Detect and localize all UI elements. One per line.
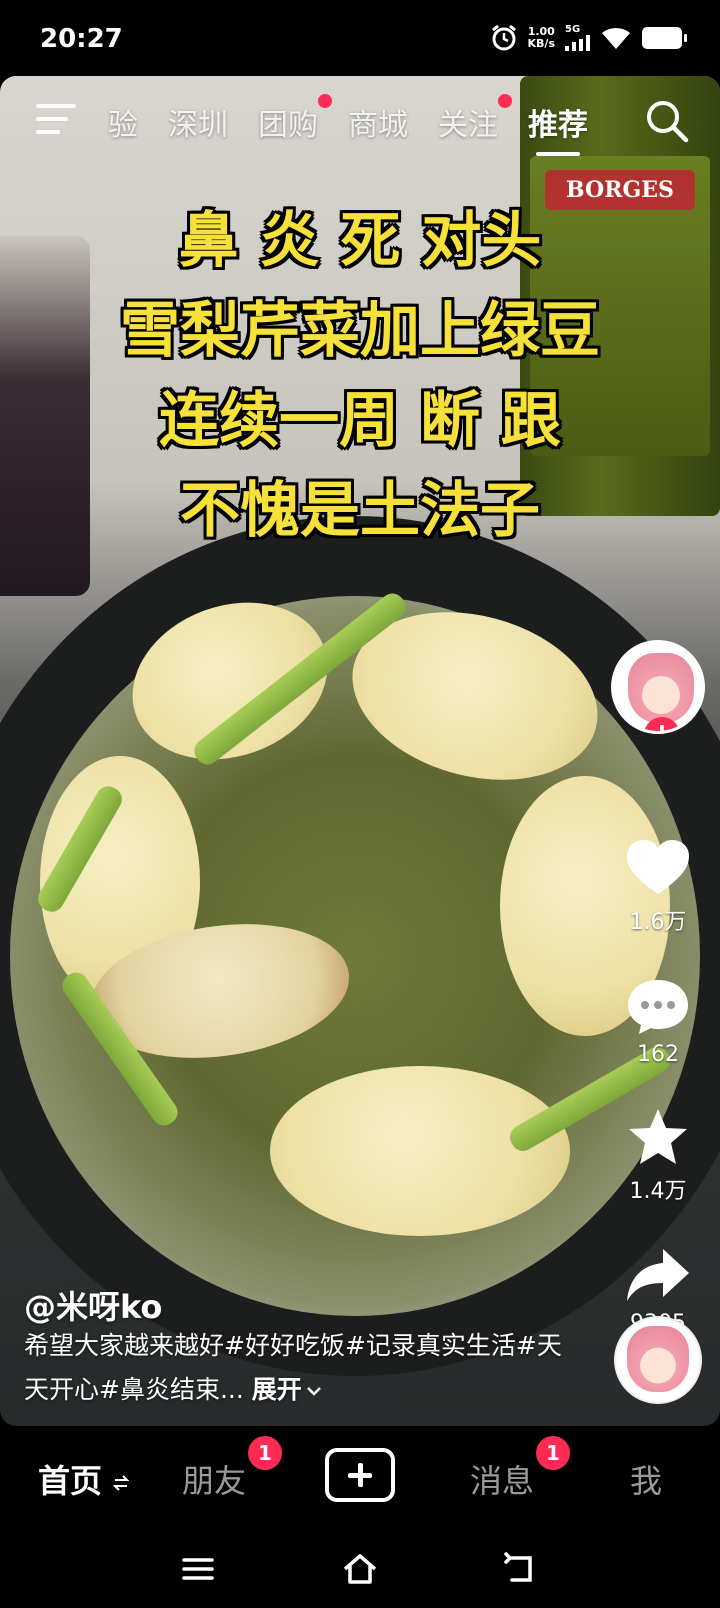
like-button[interactable]: 1.6万 bbox=[625, 838, 691, 936]
tab-messages[interactable]: 消息 1 bbox=[470, 1436, 571, 1502]
chevron-down-icon bbox=[306, 1387, 321, 1396]
home-icon[interactable] bbox=[342, 1552, 378, 1586]
create-button[interactable] bbox=[325, 1448, 395, 1502]
caption-line: 鼻 炎 死 对头 bbox=[178, 206, 542, 276]
caption-line: 不愧是土法子 bbox=[180, 476, 540, 546]
bottom-tab-bar: 首页 朋友 1 消息 1 我 bbox=[0, 1426, 720, 1528]
caption-line: 雪梨芹菜加上绿豆 bbox=[120, 296, 600, 366]
post-description[interactable]: 希望大家越来越好#好好吃饭#记录真实生活#天天开心#鼻炎结束... 展开 bbox=[24, 1324, 584, 1412]
back-icon[interactable] bbox=[502, 1552, 538, 1586]
tab-following[interactable]: 关注 bbox=[438, 94, 512, 144]
notification-dot bbox=[498, 94, 512, 108]
tab-friends[interactable]: 朋友 1 bbox=[182, 1436, 283, 1502]
author-name[interactable]: @米呀ko bbox=[24, 1282, 162, 1328]
status-bar: 20:27 1.00 KB/s 5G bbox=[0, 0, 720, 76]
alarm-icon bbox=[491, 24, 516, 51]
comment-count: 162 bbox=[637, 1042, 679, 1067]
tab-recommended[interactable]: 推荐 bbox=[528, 100, 588, 156]
share-icon[interactable] bbox=[625, 1245, 691, 1305]
net-speed-unit: KB/s bbox=[527, 37, 555, 50]
battery-icon bbox=[642, 27, 687, 49]
notification-dot bbox=[318, 94, 332, 108]
nav-tabs: 验 深圳 团购 商城 关注 推荐 bbox=[108, 94, 588, 156]
comment-button[interactable]: 162 bbox=[625, 976, 691, 1067]
search-icon[interactable] bbox=[644, 98, 690, 144]
status-time: 20:27 bbox=[40, 24, 123, 54]
tab-mall[interactable]: 商城 bbox=[348, 100, 408, 144]
heart-icon[interactable] bbox=[625, 838, 691, 898]
author-avatar[interactable]: + bbox=[611, 640, 705, 734]
recents-icon[interactable] bbox=[180, 1552, 216, 1586]
caption-line: 连续一周 断 跟 bbox=[159, 386, 561, 456]
tab-home[interactable]: 首页 bbox=[38, 1456, 130, 1502]
status-icons: 1.00 KB/s 5G bbox=[490, 24, 687, 52]
net-speed: 1.00 KB/s bbox=[528, 26, 555, 50]
top-nav: 验 深圳 团购 商城 关注 推荐 bbox=[0, 92, 720, 156]
tab-group-buy[interactable]: 团购 bbox=[258, 94, 332, 144]
tab-me[interactable]: 我 bbox=[630, 1456, 662, 1502]
comment-icon[interactable] bbox=[625, 976, 691, 1036]
expand-button[interactable]: 展开 bbox=[252, 1375, 323, 1404]
wifi-icon bbox=[602, 27, 630, 49]
menu-icon[interactable] bbox=[36, 104, 76, 136]
favorite-count: 1.4万 bbox=[629, 1179, 687, 1204]
tab-experience[interactable]: 验 bbox=[108, 100, 138, 144]
music-disc[interactable] bbox=[614, 1316, 702, 1404]
messages-badge: 1 bbox=[536, 1436, 571, 1470]
like-count: 1.6万 bbox=[629, 910, 687, 935]
signal-label: 5G bbox=[565, 24, 581, 35]
tab-shenzhen[interactable]: 深圳 bbox=[168, 100, 228, 144]
pear-slice bbox=[270, 1066, 570, 1236]
signal-icon: 5G bbox=[565, 25, 590, 51]
favorite-button[interactable]: 1.4万 bbox=[625, 1107, 691, 1205]
friends-badge: 1 bbox=[248, 1436, 283, 1470]
swap-icon bbox=[112, 1475, 130, 1491]
star-icon[interactable] bbox=[625, 1107, 691, 1167]
system-nav-bar bbox=[0, 1528, 720, 1608]
action-rail: + 1.6万 162 1.4万 9305 bbox=[610, 640, 706, 1336]
video-caption: 鼻 炎 死 对头 雪梨芹菜加上绿豆 连续一周 断 跟 不愧是土法子 bbox=[0, 196, 720, 556]
